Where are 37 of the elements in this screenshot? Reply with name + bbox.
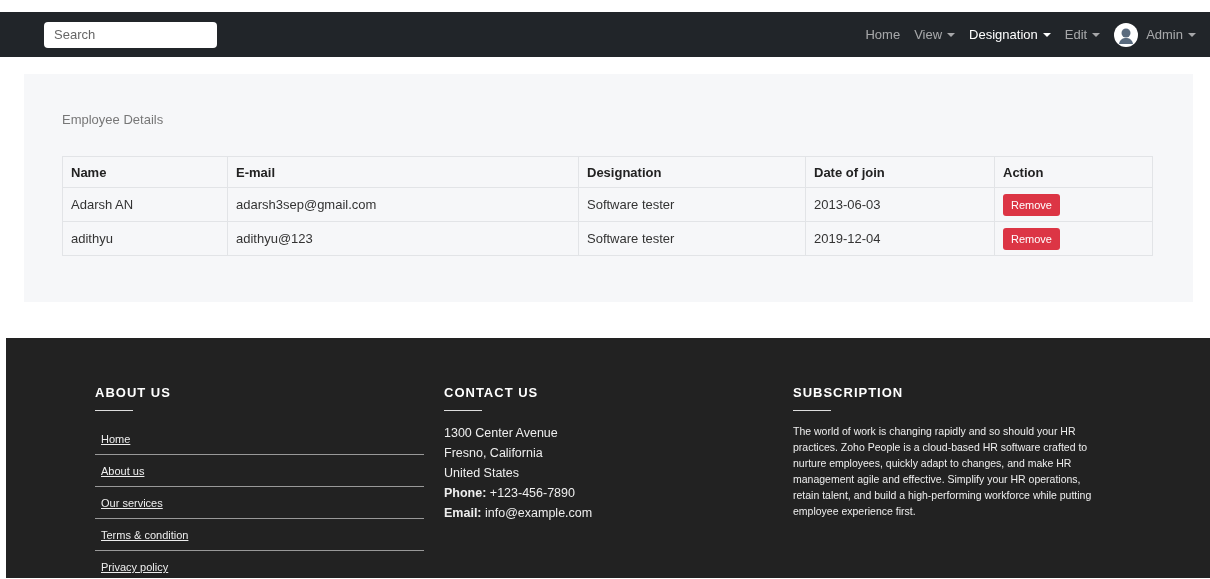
footer-link[interactable]: Our services bbox=[101, 497, 163, 509]
table-cell: Software tester bbox=[578, 221, 806, 256]
nav-link[interactable]: Home bbox=[865, 27, 901, 42]
table-cell: adarsh3sep@gmail.com bbox=[227, 187, 579, 222]
column-header: Action bbox=[994, 156, 1153, 188]
column-header: Name bbox=[62, 156, 228, 188]
card-title: Employee Details bbox=[62, 112, 165, 127]
footer-link[interactable]: Privacy policy bbox=[101, 561, 169, 573]
contact-line: Email: info@example.com bbox=[444, 505, 594, 522]
search-field[interactable]: Search bbox=[44, 21, 217, 48]
table-cell: 2013-06-03 bbox=[805, 187, 995, 222]
subscription-text: The world of work is changing rapidly and so should your HR practices. Zoho People is a cloud-based HR software crafted to nurture employees, quickly adapt to changes, and make HR management agile and effective. Simplify your HR operations, retain talent, and build a high-performing workforce while putting employee experience first. bbox=[793, 424, 1093, 519]
column-header: Date of join bbox=[805, 156, 995, 188]
contact-line: Fresno, California bbox=[444, 445, 544, 462]
contact-line: 1300 Center Avenue bbox=[444, 425, 559, 442]
table-cell: Software tester bbox=[578, 187, 806, 222]
remove-button[interactable]: Remove bbox=[1003, 227, 1060, 250]
table-cell: 2019-12-04 bbox=[805, 221, 995, 256]
remove-button[interactable]: Remove bbox=[1003, 193, 1060, 216]
nav-link[interactable]: Designation bbox=[969, 27, 1051, 42]
table-cell: Adarsh AN bbox=[62, 187, 228, 222]
nav-link[interactable]: Edit bbox=[1064, 27, 1101, 42]
footer-link[interactable]: Terms & condition bbox=[101, 529, 189, 541]
footer-link[interactable]: Home bbox=[101, 433, 131, 445]
column-header: Designation bbox=[578, 156, 806, 188]
contact-line: Phone: +123-456-7890 bbox=[444, 485, 576, 502]
table-cell: adithyu@123 bbox=[227, 221, 579, 256]
footer-heading: ABOUT US bbox=[95, 385, 172, 400]
avatar-icon[interactable] bbox=[1114, 22, 1139, 47]
user-menu[interactable]: Admin bbox=[1146, 27, 1196, 42]
contact-line: United States bbox=[444, 465, 521, 482]
table-cell: adithyu bbox=[62, 221, 228, 256]
footer-heading: CONTACT US bbox=[444, 385, 540, 400]
nav-link[interactable]: View bbox=[914, 27, 956, 42]
column-header: E-mail bbox=[227, 156, 579, 188]
footer-heading: SUBSCRIPTION bbox=[793, 385, 905, 400]
footer-link[interactable]: About us bbox=[101, 465, 145, 477]
